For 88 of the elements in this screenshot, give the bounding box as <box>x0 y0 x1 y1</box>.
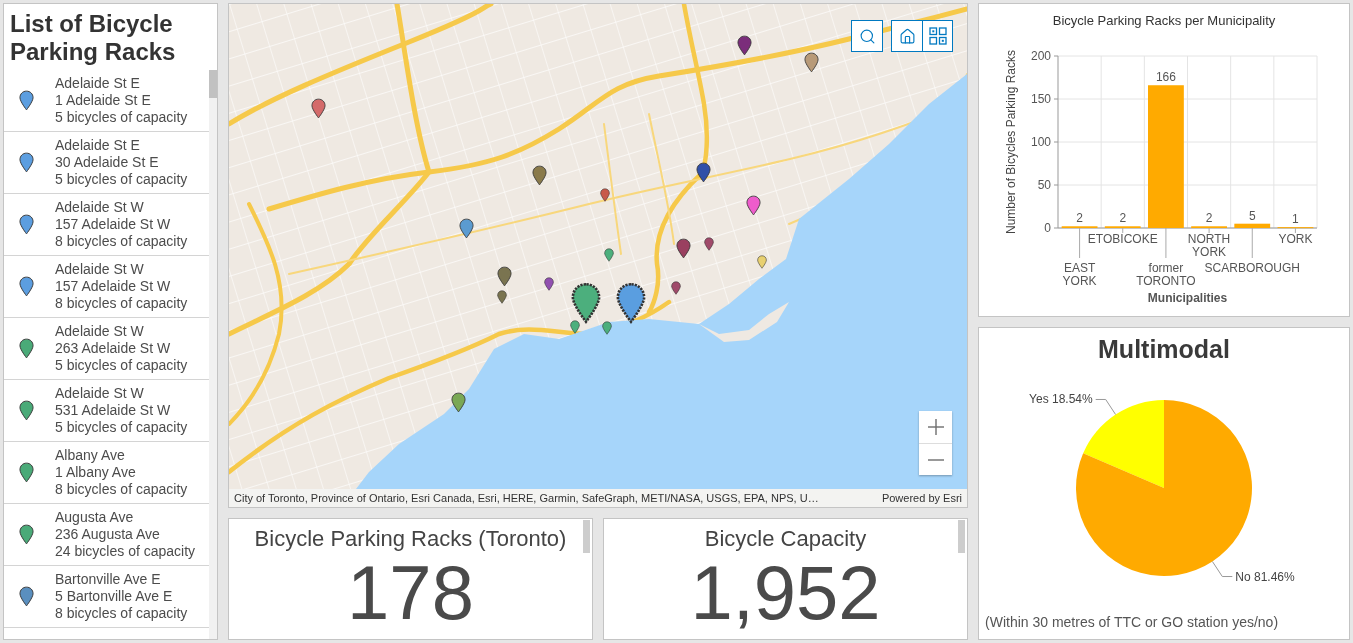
address-text: 5 Bartonville Ave E <box>55 588 174 605</box>
map-pin-icon[interactable] <box>616 282 646 325</box>
street-name: Adelaide St W <box>55 199 145 216</box>
indicator-value: 1,952 <box>690 553 881 633</box>
capacity-text: 8 bicycles of capacity <box>55 295 189 312</box>
axis-tick-label: 0 <box>1044 221 1051 235</box>
axis-tick-label: 100 <box>1030 135 1051 149</box>
map-pin-icon[interactable] <box>544 277 554 292</box>
address-text: 1 Albany Ave <box>55 464 137 481</box>
capacity-text: 5 bicycles of capacity <box>55 171 189 188</box>
capacity-text: 24 bicycles of capacity <box>55 543 197 560</box>
capacity-text: 8 bicycles of capacity <box>55 233 189 250</box>
map-pin-icon[interactable] <box>675 237 691 259</box>
data-label: 166 <box>1155 70 1176 85</box>
slice-label: No 81.46% <box>1235 569 1295 584</box>
street-name: Adelaide St W <box>55 261 145 278</box>
plus-icon <box>927 419 944 435</box>
axis-title: Number of Bicycles Parking Racks <box>1004 49 1018 235</box>
map-pin-icon[interactable] <box>497 290 507 305</box>
axis-tick-label: 50 <box>1037 178 1051 192</box>
capacity-text: 8 bicycles of capacity <box>55 605 189 622</box>
data-label: 2 <box>1076 211 1083 226</box>
address-text: 531 Adelaide St W <box>55 402 172 419</box>
category-label: NORTH YORK <box>1187 232 1231 259</box>
attribution-text: City of Toronto, Province of Ontario, Esri Canada, Esri, HERE, Garmin, SafeGraph, METI/NASA, USGS, EPA, NPS, U… <box>234 492 819 504</box>
credit-link[interactable]: Powered by Esri <box>881 492 962 504</box>
address-text: 1 Adelaide St E <box>55 92 152 109</box>
map-pin-icon[interactable] <box>600 188 610 203</box>
address-text: 263 Adelaide St W <box>55 340 172 357</box>
street-name: Adelaide St E <box>55 75 141 92</box>
scrollbar-track[interactable] <box>209 70 217 639</box>
map-pin-icon[interactable] <box>450 391 466 413</box>
capacity-text: 5 bicycles of capacity <box>55 419 189 436</box>
slice-label: Yes 18.54% <box>1029 392 1093 407</box>
leader-line <box>1095 399 1117 415</box>
category-label: YORK <box>1278 232 1313 246</box>
scrollbar-thumb[interactable] <box>583 520 590 553</box>
chart-title: Bicycle Parking Racks per Municipality <box>1051 12 1277 30</box>
address-text: 157 Adelaide St W <box>55 278 172 295</box>
axis-tick-label: 150 <box>1030 92 1051 106</box>
data-label: 5 <box>1248 208 1256 223</box>
axis-tick-label: 200 <box>1030 49 1051 63</box>
address-text: 236 Augusta Ave <box>55 526 161 543</box>
category-label: former TORONTO <box>1136 261 1196 288</box>
capacity-text: 8 bicycles of capacity <box>55 481 189 498</box>
indicator-value: 178 <box>347 553 474 633</box>
street-name: Albany Ave <box>55 447 126 464</box>
map-pin-icon[interactable] <box>803 51 819 73</box>
street-name: Adelaide St W <box>55 323 145 340</box>
data-label: 2 <box>1119 211 1127 226</box>
zoom-in-button[interactable] <box>919 411 952 443</box>
address-text: 157 Adelaide St W <box>55 216 172 233</box>
map-pin-icon[interactable] <box>745 194 761 216</box>
address-text: 30 Adelaide St E <box>55 154 160 171</box>
indicator-title: Bicycle Capacity <box>704 525 867 553</box>
street-name: Bartonville Ave E <box>55 571 162 588</box>
axis-title: Municipalities <box>1147 291 1228 305</box>
map-pin-icon[interactable] <box>704 237 714 252</box>
minus-icon <box>927 458 944 461</box>
search-icon <box>858 27 876 45</box>
scrollbar-thumb[interactable] <box>209 70 217 98</box>
indicator-title: Bicycle Parking Racks (Toronto) <box>254 525 567 553</box>
home-icon <box>898 27 916 45</box>
capacity-text: 5 bicycles of capacity <box>55 109 189 126</box>
map-pin-icon[interactable] <box>571 282 601 325</box>
scrollbar-thumb[interactable] <box>958 520 965 553</box>
map-pin-icon[interactable] <box>310 97 326 119</box>
street-name: Augusta Ave <box>55 509 135 526</box>
panel-title: List of Bicycle Parking Racks <box>9 9 177 67</box>
map-pin-icon[interactable] <box>531 164 547 186</box>
map-pin-icon[interactable] <box>496 265 512 287</box>
map-pin-icon[interactable] <box>695 161 711 183</box>
map-pin-icon[interactable] <box>458 217 474 239</box>
map-pin-icon[interactable] <box>671 281 681 296</box>
street-name: Adelaide St E <box>55 137 141 154</box>
data-label: 2 <box>1205 211 1213 226</box>
chart-title: Multimodal <box>1097 334 1231 365</box>
data-label: 1 <box>1292 212 1299 227</box>
category-label: ETOBICOKE <box>1087 232 1158 246</box>
category-label: SCARBOROUGH <box>1204 261 1300 275</box>
category-label: EAST YORK <box>1062 261 1097 288</box>
capacity-text: 5 bicycles of capacity <box>55 357 189 374</box>
leader-line <box>1211 561 1233 577</box>
grid-icon <box>928 27 947 45</box>
zoom-out-button[interactable] <box>919 443 952 475</box>
map-pin-icon[interactable] <box>736 34 752 56</box>
street-name: Adelaide St W <box>55 385 145 402</box>
chart-note: (Within 30 metres of TTC or GO station yes/no) <box>984 614 1280 632</box>
